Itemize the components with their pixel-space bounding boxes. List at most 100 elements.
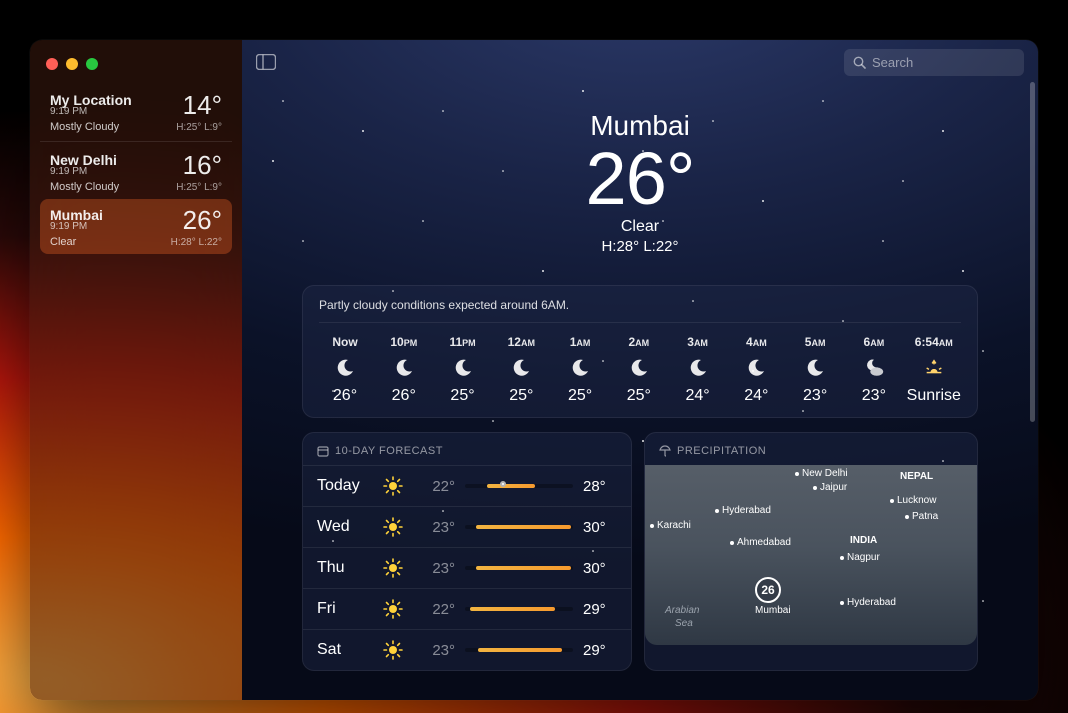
high-temp: 30° <box>583 519 617 536</box>
map-label: Nagpur <box>840 552 880 563</box>
hour-time: 10PM <box>390 335 417 349</box>
clear-night-icon <box>745 357 767 379</box>
location-temp: 16° <box>183 152 222 178</box>
location-temp: 14° <box>183 92 222 118</box>
high-temp: 30° <box>583 560 617 577</box>
clear-night-icon <box>569 357 591 379</box>
high-temp: 29° <box>583 642 617 659</box>
low-temp: 22° <box>421 478 455 495</box>
hour-time: 6AM <box>864 335 885 349</box>
search-input[interactable] <box>872 55 1038 70</box>
sidebar-item-new-delhi[interactable]: New Delhi9:19 PM16°Mostly CloudyH:25° L:… <box>40 144 232 199</box>
clear-night-icon <box>510 357 532 379</box>
app-window: My Location9:19 PM14°Mostly CloudyH:25° … <box>30 40 1038 700</box>
sunrise-icon <box>923 357 945 379</box>
precipitation-map[interactable]: 26New DelhiJaipurHyderabadKarachiAhmedab… <box>645 465 977 645</box>
hour-temp: 23° <box>803 387 827 405</box>
sidebar-item-my-location[interactable]: My Location9:19 PM14°Mostly CloudyH:25° … <box>40 84 232 139</box>
map-label: INDIA <box>850 535 877 546</box>
low-temp: 23° <box>421 642 455 659</box>
sidebar-item-mumbai[interactable]: Mumbai9:19 PM26°ClearH:28° L:22° <box>40 199 232 254</box>
sidebar: My Location9:19 PM14°Mostly CloudyH:25° … <box>30 40 242 700</box>
hour-cell: Now26° <box>319 335 371 405</box>
ten-day-title: 10-DAY FORECAST <box>303 433 631 465</box>
hour-temp: 25° <box>450 387 474 405</box>
map-pin[interactable]: 26 <box>755 577 781 603</box>
toggle-sidebar-icon[interactable] <box>256 54 276 70</box>
scrollbar[interactable] <box>1030 82 1035 422</box>
temp-range-bar <box>465 525 573 529</box>
traffic-lights <box>40 54 232 84</box>
location-condition: Mostly Cloudy <box>50 121 119 133</box>
ten-day-row[interactable]: Thu 23° 30° <box>303 547 631 588</box>
hour-cell: 11PM 25° <box>437 335 489 405</box>
sunny-icon <box>383 599 411 619</box>
hour-time: 11PM <box>449 335 475 349</box>
ten-day-row[interactable]: Today22°28° <box>303 465 631 506</box>
close-button[interactable] <box>46 58 58 70</box>
ten-day-row[interactable]: Sat 23° 29° <box>303 629 631 670</box>
location-condition: Clear <box>50 236 76 248</box>
search-field[interactable] <box>844 49 1024 76</box>
hour-time: 4AM <box>746 335 767 349</box>
location-condition: Mostly Cloudy <box>50 181 119 193</box>
ten-day-row[interactable]: Fri22°29° <box>303 588 631 629</box>
hour-time: Now <box>332 335 357 349</box>
location-hilo: H:28° L:22° <box>171 237 222 248</box>
hour-cell: 5AM 23° <box>789 335 841 405</box>
hour-time: 6:54AM <box>915 335 953 349</box>
clear-night-icon <box>334 357 356 379</box>
map-label: Lucknow <box>890 495 936 506</box>
low-temp: 22° <box>421 601 455 618</box>
hour-temp: 23° <box>862 387 886 405</box>
map-label: Karachi <box>650 520 691 531</box>
maximize-button[interactable] <box>86 58 98 70</box>
cards-row: 10-DAY FORECAST Today22°28°Wed23°30°Thu2… <box>302 432 978 671</box>
day-label: Sat <box>317 641 373 659</box>
temp-range-bar <box>465 566 573 570</box>
hour-cell: 4AM 24° <box>730 335 782 405</box>
toolbar <box>242 40 1038 84</box>
hour-cell: 6:54AMSunrise <box>907 335 961 405</box>
hour-temp: 25° <box>509 387 533 405</box>
map-label: Mumbai <box>755 605 791 616</box>
clear-night-icon <box>804 357 826 379</box>
hour-temp: 25° <box>568 387 592 405</box>
temp-range-bar <box>465 648 573 652</box>
temp-range-bar <box>465 484 573 488</box>
hour-cell: 2AM25° <box>613 335 665 405</box>
search-icon <box>853 56 866 69</box>
minimize-button[interactable] <box>66 58 78 70</box>
hour-temp: 26° <box>392 387 416 405</box>
precipitation-title: PRECIPITATION <box>645 433 977 465</box>
main-content: Mumbai 26° Clear H:28° L:22° Partly clou… <box>242 40 1038 700</box>
ten-day-row[interactable]: Wed23°30° <box>303 506 631 547</box>
hourly-forecast-panel[interactable]: Partly cloudy conditions expected around… <box>302 285 978 418</box>
calendar-icon <box>317 445 329 457</box>
hour-cell: 12AM 25° <box>495 335 547 405</box>
precipitation-panel[interactable]: PRECIPITATION 26New DelhiJaipurHyderabad… <box>644 432 978 671</box>
map-label: New Delhi <box>795 468 848 479</box>
map-label: NEPAL <box>900 471 933 482</box>
clear-night-icon <box>452 357 474 379</box>
sunny-icon <box>383 558 411 578</box>
hourly-summary: Partly cloudy conditions expected around… <box>319 298 961 323</box>
hour-temp: 25° <box>627 387 651 405</box>
sunny-icon <box>383 517 411 537</box>
ten-day-forecast-panel[interactable]: 10-DAY FORECAST Today22°28°Wed23°30°Thu2… <box>302 432 632 671</box>
hour-time: 12AM <box>508 335 535 349</box>
hour-temp: 24° <box>685 387 709 405</box>
map-label: Sea <box>675 618 693 629</box>
hour-time: 5AM <box>805 335 826 349</box>
low-temp: 23° <box>421 519 455 536</box>
clear-night-icon <box>393 357 415 379</box>
day-label: Thu <box>317 559 373 577</box>
umbrella-icon <box>659 445 671 457</box>
sunny-icon <box>383 640 411 660</box>
hourly-list: Now26°10PM26°11PM25°12AM25°1AM25°2AM25°3… <box>319 335 961 405</box>
low-temp: 23° <box>421 560 455 577</box>
map-label: Arabian <box>665 605 699 616</box>
hero-hilo: H:28° L:22° <box>242 238 1038 255</box>
high-temp: 29° <box>583 601 617 618</box>
hour-temp: 24° <box>744 387 768 405</box>
